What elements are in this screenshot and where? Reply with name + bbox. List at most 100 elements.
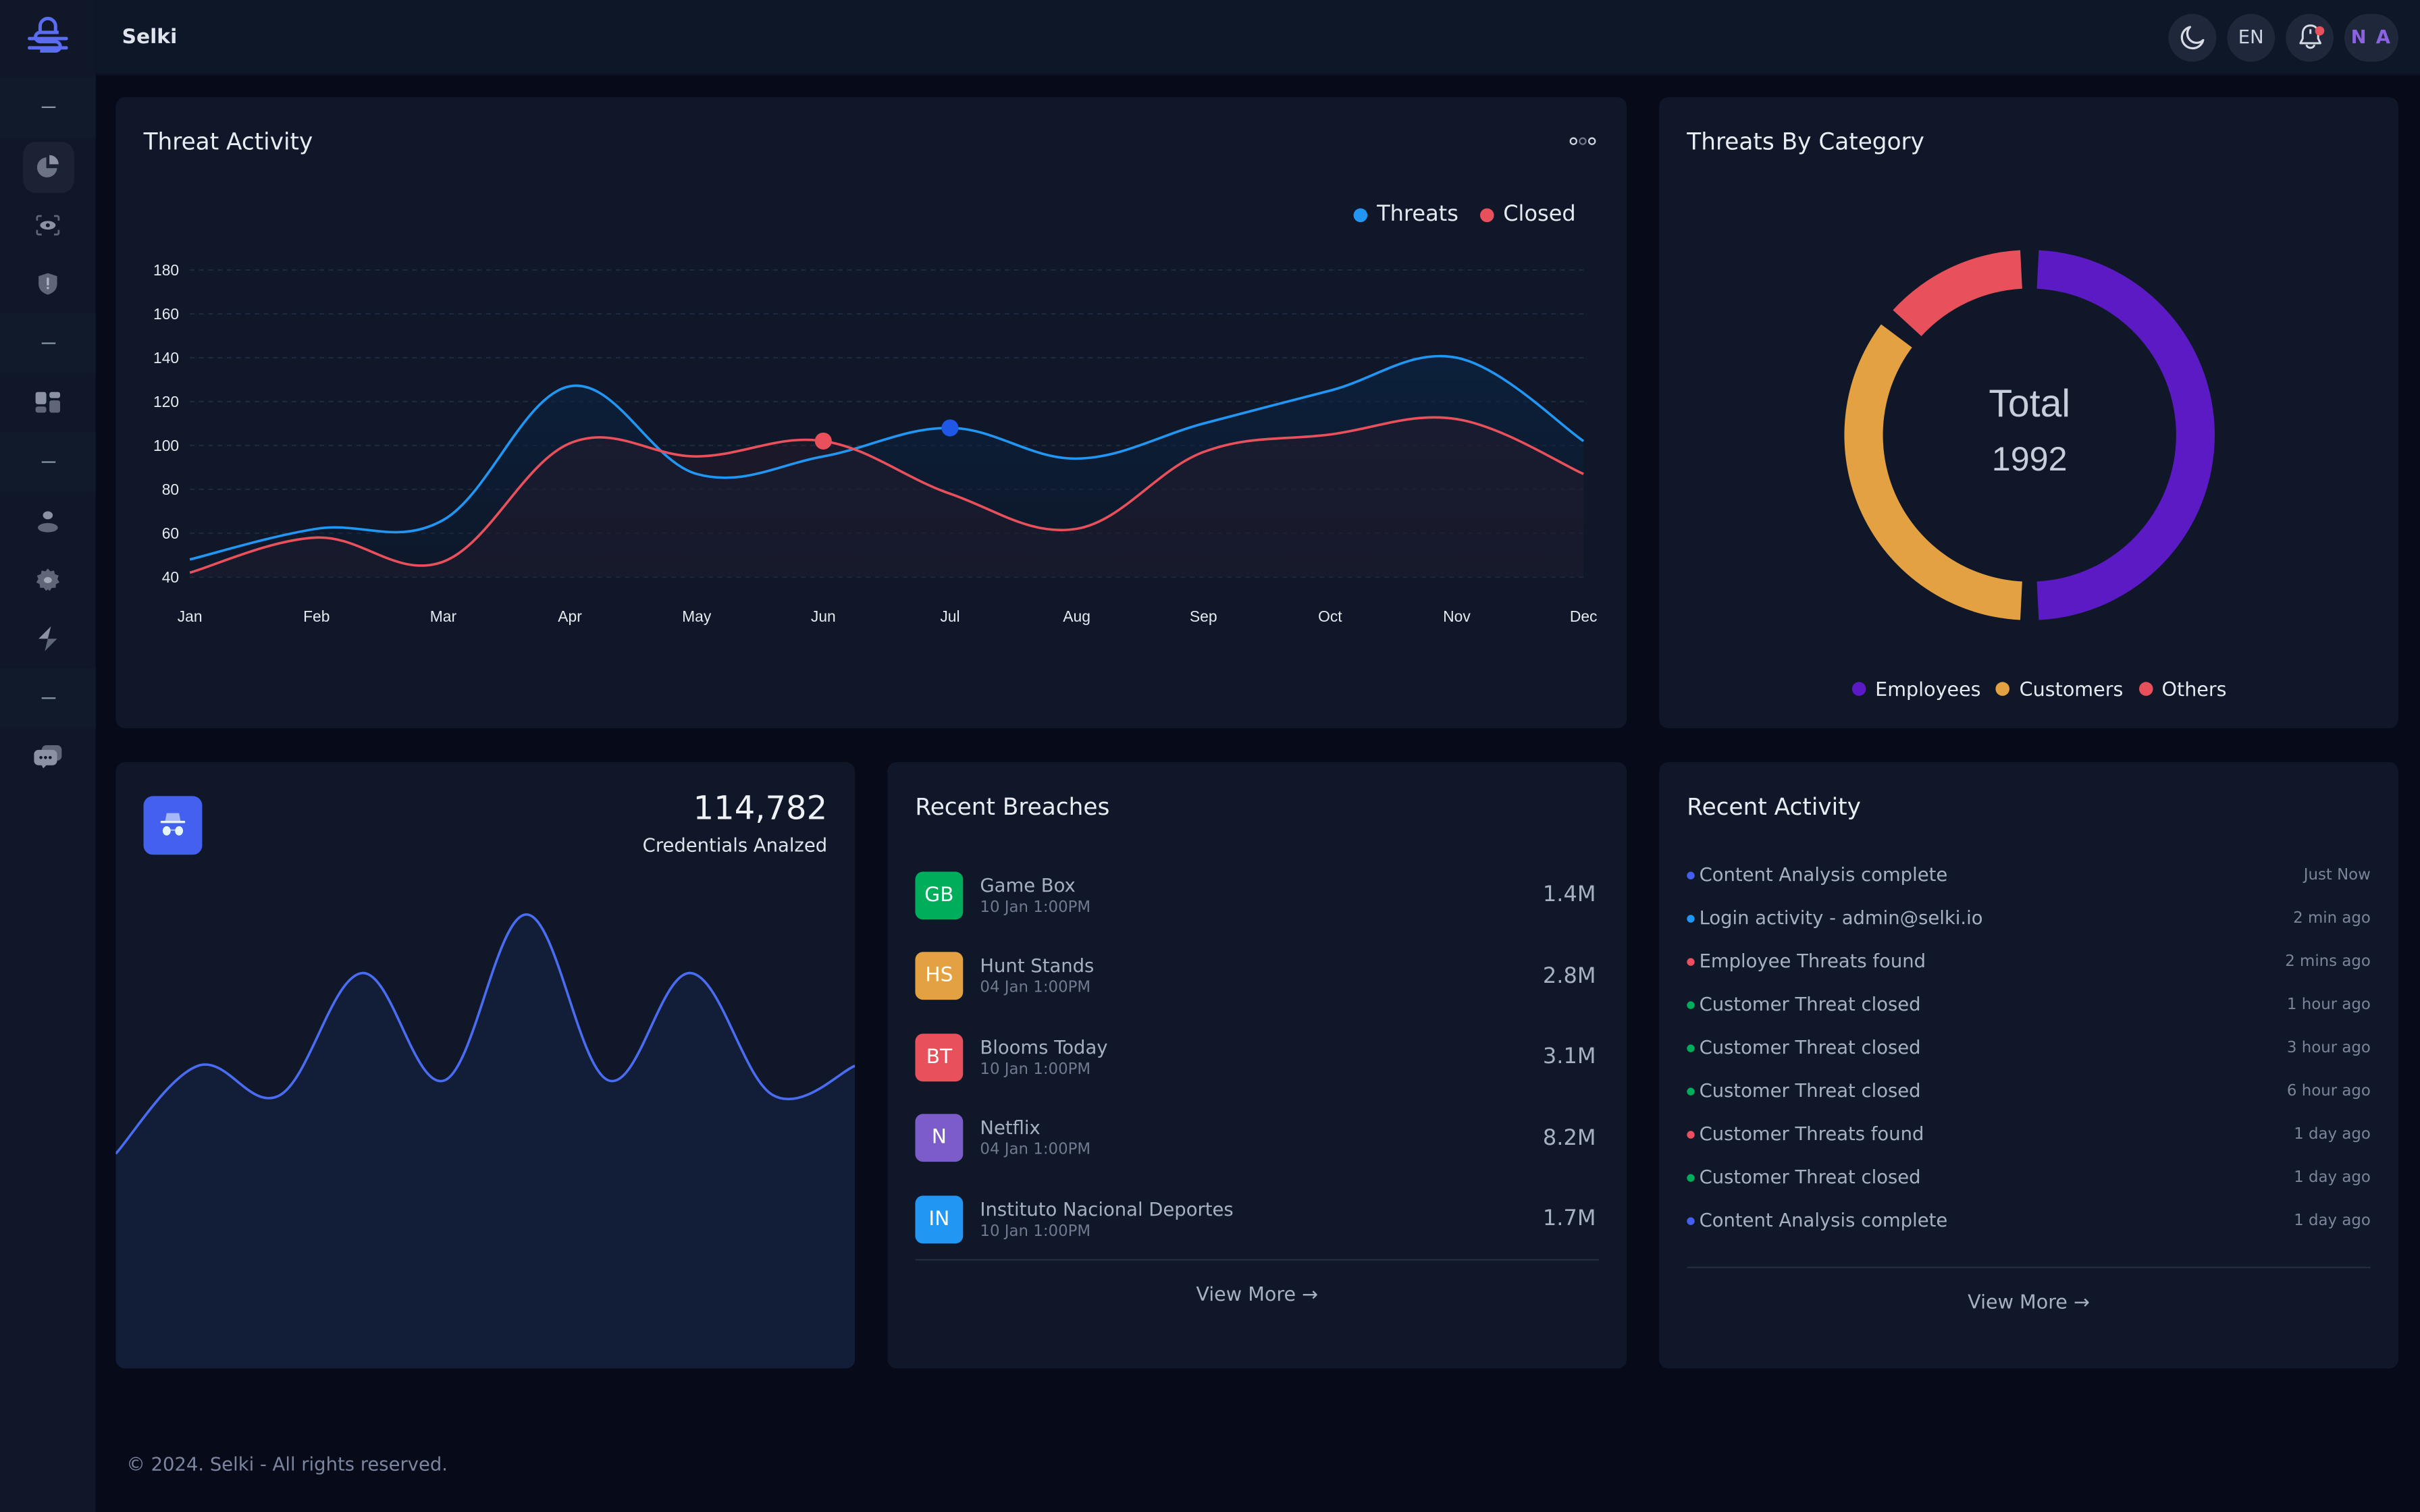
- sidebar-separator: [0, 431, 96, 493]
- legend-marker: [1851, 682, 1866, 696]
- lock-logo-icon: [28, 16, 68, 53]
- divider: [1687, 1266, 2371, 1268]
- legend-item-customers[interactable]: Customers: [1996, 677, 2124, 701]
- activity-status-dot: [1687, 1216, 1695, 1224]
- activity-item[interactable]: Customer Threat closed 6 hour ago: [1687, 1069, 2371, 1112]
- activity-time: 6 hour ago: [2286, 1082, 2371, 1100]
- breach-name: Netflix: [980, 1117, 1041, 1139]
- breach-name: Blooms Today: [980, 1036, 1108, 1058]
- language-button[interactable]: EN: [2227, 13, 2276, 61]
- donut-legend: Employees Customers Others: [1851, 677, 2227, 701]
- activity-time: 2 min ago: [2293, 909, 2371, 927]
- theme-toggle-button[interactable]: [2168, 13, 2217, 61]
- activity-time: 2 mins ago: [2285, 952, 2371, 970]
- y-tick-label: 100: [153, 437, 179, 454]
- x-tick-label: Apr: [558, 608, 582, 625]
- activity-item[interactable]: Employee Threats found 2 mins ago: [1687, 940, 2371, 983]
- sidebar-separator: [0, 77, 96, 138]
- x-tick-label: Mar: [430, 608, 457, 625]
- breach-item[interactable]: IN Instituto Nacional Deportes 10 Jan 1:…: [915, 1179, 1596, 1260]
- y-tick-label: 140: [153, 349, 179, 367]
- chat-bubbles-icon: [34, 745, 62, 769]
- x-tick-label: Feb: [303, 608, 330, 625]
- user-avatar-button[interactable]: N A: [2344, 13, 2398, 61]
- breach-item[interactable]: HS Hunt Stands 04 Jan 1:00PM 2.8M: [915, 936, 1596, 1017]
- breach-avatar: HS: [915, 952, 964, 1000]
- donut-slice-others: [1893, 250, 2022, 336]
- legend-item-employees[interactable]: Employees: [1851, 677, 1981, 701]
- card-title: Recent Breaches: [915, 792, 1110, 821]
- legend-label: Others: [2161, 677, 2227, 701]
- activity-item[interactable]: Content Analysis complete Just Now: [1687, 853, 2371, 896]
- divider: [915, 1259, 1599, 1261]
- legend-item-others[interactable]: Others: [2138, 677, 2227, 701]
- breach-name: Hunt Stands: [980, 955, 1095, 977]
- x-tick-label: Aug: [1063, 608, 1090, 625]
- breach-item[interactable]: GB Game Box 10 Jan 1:00PM 1.4M: [915, 855, 1596, 936]
- sidebar-item-integrations[interactable]: [0, 610, 96, 668]
- breach-date: 04 Jan 1:00PM: [980, 979, 1091, 998]
- threats-by-category-card: Threats By Category Total 1992 Employees…: [1659, 97, 2398, 728]
- settings-gear-icon: [36, 568, 59, 591]
- activity-text: Customer Threat closed: [1699, 1166, 1921, 1188]
- activity-status-dot: [1687, 914, 1695, 922]
- breach-records: 1.7M: [1542, 1206, 1596, 1232]
- activity-status-dot: [1687, 1087, 1695, 1095]
- sidebar-item-monitoring[interactable]: [0, 196, 96, 254]
- credentials-sparkline: [115, 913, 856, 1369]
- shield-alert-icon: [38, 273, 57, 295]
- breach-records: 2.8M: [1542, 963, 1596, 989]
- x-tick-label: Nov: [1443, 608, 1471, 625]
- breach-item[interactable]: N Netflix 04 Jan 1:00PM 8.2M: [915, 1098, 1596, 1179]
- breach-avatar: GB: [915, 871, 964, 919]
- x-tick-label: Jan: [178, 608, 203, 625]
- activity-time: 3 hour ago: [2286, 1039, 2371, 1056]
- view-more-activity-link[interactable]: View More →: [1659, 1290, 2398, 1313]
- breach-list: GB Game Box 10 Jan 1:00PM 1.4M HS Hunt S…: [915, 855, 1596, 1260]
- sidebar-item-overview[interactable]: [0, 137, 96, 196]
- activity-item[interactable]: Content Analysis complete 1 day ago: [1687, 1199, 2371, 1242]
- y-tick-label: 60: [162, 524, 179, 542]
- breach-avatar: IN: [915, 1195, 964, 1243]
- sidebar-item-users[interactable]: [0, 492, 96, 551]
- x-tick-label: Jul: [940, 608, 959, 625]
- threat-activity-chart: 40 60 80 100 120 140 160 180 Jan Feb Mar Apr May Jun…: [153, 261, 1597, 625]
- breach-date: 10 Jan 1:00PM: [980, 898, 1091, 917]
- card-title: Recent Activity: [1687, 792, 1861, 821]
- notifications-button[interactable]: [2286, 13, 2334, 61]
- activity-text: Login activity - admin@selki.io: [1699, 907, 1983, 929]
- donut-total-value: 1992: [1991, 439, 2068, 479]
- dashboard-grid-icon: [35, 392, 61, 413]
- activity-status-dot: [1687, 871, 1695, 879]
- breach-date: 04 Jan 1:00PM: [980, 1141, 1091, 1160]
- activity-status-dot: [1687, 1044, 1695, 1052]
- sidebar-item-dashboard[interactable]: [0, 373, 96, 432]
- sidebar-item-threats[interactable]: [0, 254, 96, 313]
- y-tick-label: 40: [162, 568, 179, 586]
- activity-text: Employee Threats found: [1699, 950, 1926, 972]
- activity-item[interactable]: Customer Threat closed 1 hour ago: [1687, 983, 2371, 1026]
- activity-text: Customer Threat closed: [1699, 1079, 1921, 1102]
- sidebar: [0, 0, 96, 1512]
- breach-name: Game Box: [980, 874, 1076, 896]
- activity-item[interactable]: Login activity - admin@selki.io 2 min ag…: [1687, 896, 2371, 940]
- data-point-closed: [814, 432, 832, 450]
- sidebar-item-settings[interactable]: [0, 551, 96, 610]
- legend-marker: [1996, 682, 2010, 696]
- app-root: Selki EN N A Threat Activity Threats Clo…: [0, 0, 2420, 1512]
- sidebar-item-messages[interactable]: [0, 728, 96, 787]
- activity-item[interactable]: Customer Threats found 1 day ago: [1687, 1112, 2371, 1156]
- footer-copyright: © 2024. Selki - All rights reserved.: [126, 1453, 448, 1476]
- activity-status-dot: [1687, 1000, 1695, 1008]
- y-tick-label: 160: [153, 305, 179, 323]
- legend-label: Customers: [2019, 677, 2124, 701]
- y-tick-label: 120: [153, 393, 179, 410]
- activity-item[interactable]: Customer Threat closed 1 day ago: [1687, 1156, 2371, 1199]
- selki-logo[interactable]: [0, 0, 96, 77]
- breach-item[interactable]: BT Blooms Today 10 Jan 1:00PM 3.1M: [915, 1017, 1596, 1098]
- notification-badge: [2315, 25, 2325, 35]
- breach-date: 10 Jan 1:00PM: [980, 1222, 1091, 1241]
- eye-scan-icon: [36, 215, 60, 236]
- view-more-breaches-link[interactable]: View More →: [887, 1282, 1627, 1305]
- activity-item[interactable]: Customer Threat closed 3 hour ago: [1687, 1026, 2371, 1069]
